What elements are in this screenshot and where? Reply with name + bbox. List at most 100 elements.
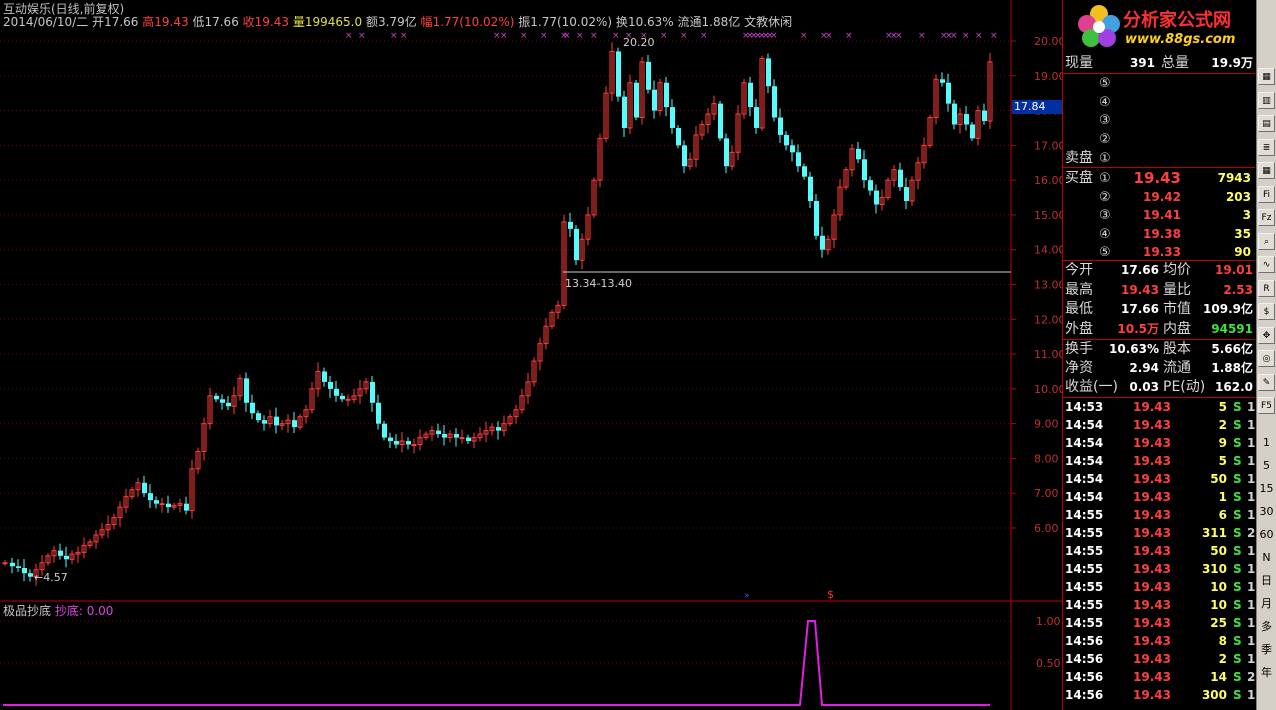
tick-price: 19.43 (1133, 580, 1171, 594)
candle-body (946, 82, 951, 104)
signal-x-marker: × (500, 31, 508, 41)
price-axis-label: 9.00 (1034, 418, 1059, 431)
tick-volume: 50 (1210, 544, 1227, 558)
candle-body (964, 114, 969, 125)
sector-label: 文教休闲 (744, 15, 793, 29)
tick-side: S (1233, 598, 1242, 612)
signal-x-marker: × (576, 31, 584, 41)
period-button[interactable]: 5 (1258, 457, 1275, 475)
tick-volume: 8 (1218, 634, 1227, 648)
period-button[interactable]: 60 (1258, 526, 1275, 544)
signal-x-marker: × (540, 31, 548, 41)
fiz-icon[interactable]: Fi (1258, 185, 1275, 203)
price-axis-label: 13.00 (1034, 279, 1062, 292)
kline-icon[interactable]: ▥ (1258, 91, 1275, 109)
period-button[interactable]: 15 (1258, 480, 1275, 498)
list-icon[interactable]: ≣ (1258, 138, 1275, 156)
bid-volume: 3 (1242, 208, 1251, 222)
tick-count: 1 (1247, 598, 1256, 612)
table-icon[interactable]: ▤ (1258, 115, 1275, 132)
tick-volume: 2 (1218, 418, 1227, 432)
bid-price: 19.38 (1143, 226, 1181, 241)
signal-x-marker: × (845, 31, 853, 41)
low-label: 低 (192, 15, 205, 29)
stat-value: 19.01 (1215, 263, 1253, 277)
candle-body (322, 371, 327, 382)
stat-value: 2.53 (1223, 282, 1253, 297)
fiz2-icon[interactable]: Fz (1258, 209, 1275, 226)
target-icon[interactable]: ◎ (1258, 350, 1275, 367)
tick-side: S (1233, 418, 1242, 432)
candle-body (226, 402, 231, 407)
bid-index: ⑤ (1099, 245, 1111, 260)
grid-icon[interactable]: ▦ (1258, 162, 1275, 179)
turnover-value: 10.63% (627, 15, 674, 29)
tick-side: S (1233, 652, 1242, 666)
bid-row: ⑤ 19.33 90 (1063, 243, 1255, 262)
candle-body (796, 152, 801, 167)
tick-row: 14:53 19.43 5 S 1 (1063, 398, 1255, 416)
tick-side: S (1233, 526, 1242, 540)
bid-volume: 7943 (1217, 171, 1251, 185)
candle-body (874, 190, 879, 205)
indicator-series-value: 0.00 (86, 604, 114, 618)
f5-icon[interactable]: F5 (1258, 397, 1275, 414)
candle-body (22, 568, 27, 574)
kline-chart-area[interactable]: 20.0019.0018.0017.0016.0015.0014.0013.00… (0, 0, 1062, 710)
wave-icon[interactable]: ∿ (1258, 256, 1275, 273)
tick-side: S (1233, 634, 1242, 648)
tick-price: 19.43 (1133, 490, 1171, 504)
ask-row: ③ (1063, 111, 1255, 130)
tick-count: 1 (1247, 418, 1256, 432)
tick-row: 14:55 19.43 6 S 1 (1063, 506, 1255, 524)
ask-index: ① (1099, 150, 1111, 166)
tick-row: 14:55 19.43 310 S 1 (1063, 560, 1255, 578)
bar-date: 2014/06/10/二 (3, 15, 89, 29)
tick-side: S (1233, 580, 1242, 594)
candle-body (496, 427, 501, 431)
pen-icon[interactable]: ✎ (1258, 373, 1275, 391)
bid-price: 19.43 (1133, 169, 1181, 187)
tick-price: 19.43 (1133, 472, 1171, 486)
period-button[interactable]: 日 (1258, 572, 1275, 590)
stat-label: 最低 (1065, 301, 1093, 317)
tick-time: 14:55 (1065, 562, 1104, 576)
zoom-icon[interactable]: ⌕ (1258, 232, 1275, 250)
fund-label: 股本 (1163, 341, 1191, 357)
tick-time: 14:54 (1065, 454, 1104, 468)
move-icon[interactable]: ✥ (1258, 326, 1275, 344)
price-axis-label: 15.00 (1034, 209, 1062, 222)
period-button[interactable]: 季 (1258, 641, 1275, 659)
period-button[interactable]: N (1258, 549, 1275, 567)
period-button[interactable]: 30 (1258, 503, 1275, 521)
ask-index: ④ (1099, 94, 1111, 110)
tick-count: 2 (1247, 670, 1256, 684)
period-button[interactable]: 多 (1258, 618, 1275, 636)
kline-chart-svg[interactable]: 20.0019.0018.0017.0016.0015.0014.0013.00… (0, 0, 1062, 710)
tick-time: 14:54 (1065, 490, 1104, 504)
period-button[interactable]: 1 (1258, 434, 1275, 452)
fund-value: 2.94 (1129, 361, 1159, 375)
chart-icon[interactable]: ▦ (1258, 68, 1275, 85)
signal-x-marker: × (770, 31, 778, 41)
tick-row: 14:54 19.43 50 S 1 (1063, 470, 1255, 488)
stat-label: 内盘 (1163, 320, 1191, 337)
tick-side: S (1233, 472, 1242, 486)
tick-side: S (1233, 454, 1242, 468)
candle-body (388, 437, 393, 442)
dollar-icon[interactable]: $ (1258, 303, 1275, 320)
period-button[interactable]: 年 (1258, 664, 1275, 682)
ask-index: ② (1099, 132, 1111, 148)
period-button[interactable]: 月 (1258, 595, 1275, 613)
tick-row: 14:56 19.43 8 S 1 (1063, 632, 1255, 650)
candle-body (748, 82, 753, 108)
fund-label: 净资 (1065, 360, 1093, 376)
candle-body (868, 180, 873, 191)
rsi-icon[interactable]: R (1258, 279, 1275, 297)
flower-logo-icon (1078, 5, 1120, 47)
candle-body (754, 107, 759, 128)
bid-index: ③ (1099, 208, 1111, 223)
candle-body (718, 103, 723, 139)
price-axis-label: 17.00 (1034, 139, 1062, 152)
tick-time: 14:56 (1065, 652, 1104, 666)
